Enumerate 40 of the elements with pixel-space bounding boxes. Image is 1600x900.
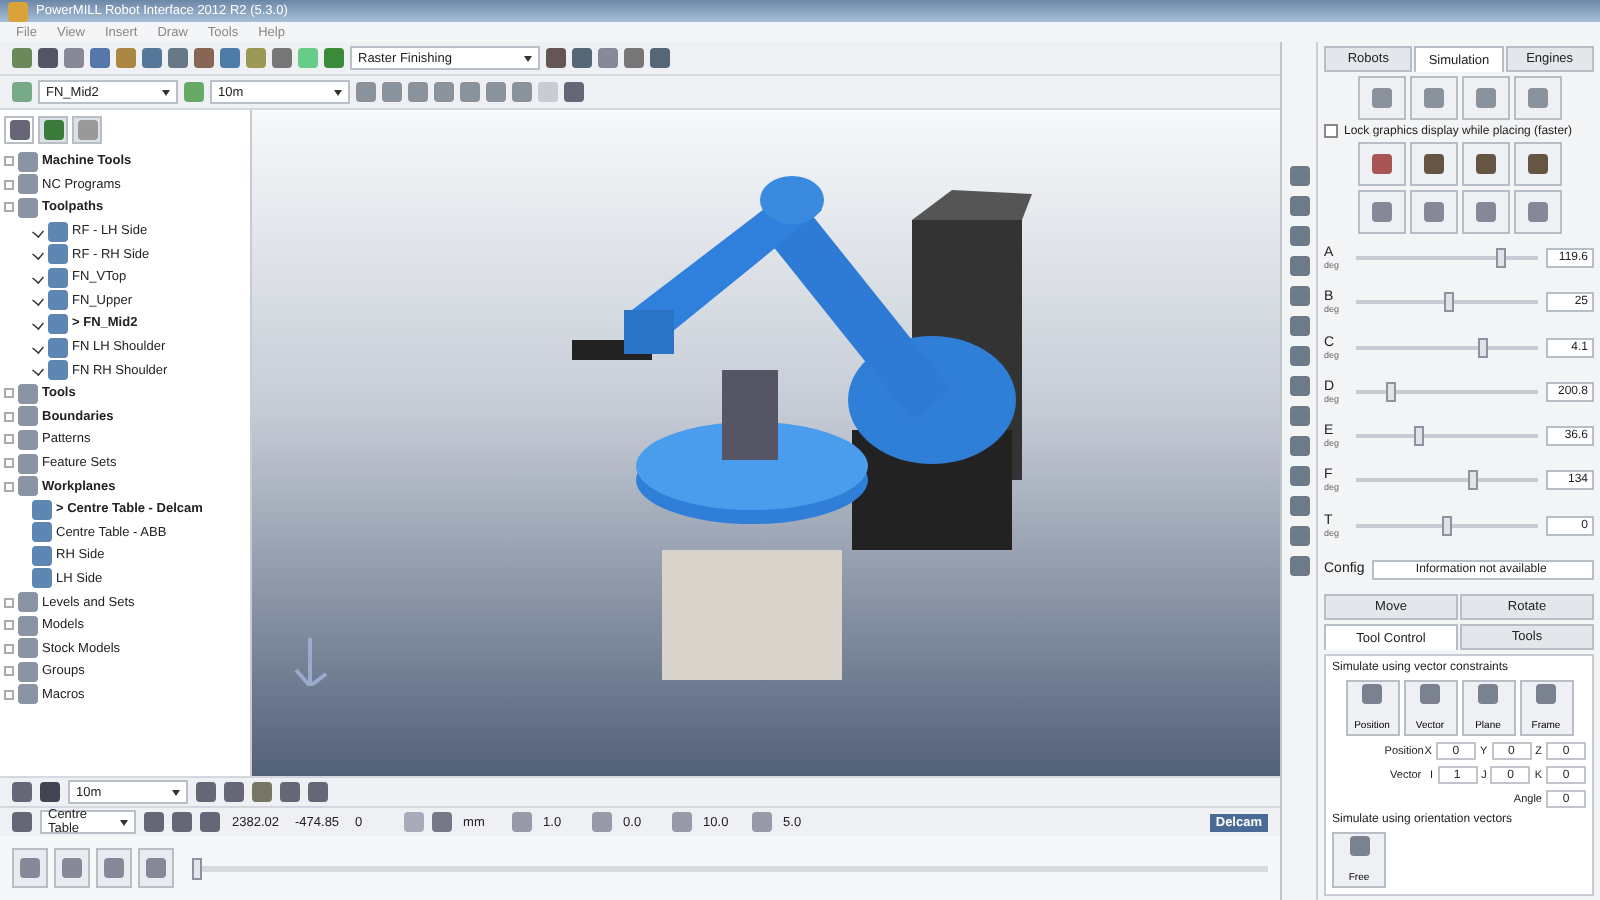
slider-thumb[interactable] bbox=[1477, 337, 1488, 358]
robot-button[interactable] bbox=[12, 848, 48, 888]
slider-thumb[interactable] bbox=[1413, 426, 1424, 447]
expander-icon[interactable] bbox=[4, 434, 14, 445]
expander-icon[interactable] bbox=[4, 643, 14, 654]
play-button[interactable] bbox=[96, 848, 132, 888]
expander-icon[interactable] bbox=[4, 666, 14, 677]
rewind-button[interactable] bbox=[54, 848, 90, 888]
expander-icon[interactable] bbox=[4, 481, 14, 492]
spring-button[interactable] bbox=[1357, 190, 1405, 234]
globe-button[interactable] bbox=[1513, 76, 1561, 120]
expander-icon[interactable] bbox=[4, 689, 14, 700]
explorer-tab[interactable] bbox=[4, 116, 34, 144]
spring-button[interactable] bbox=[1513, 190, 1561, 234]
expander-icon[interactable] bbox=[4, 597, 14, 608]
spring-button[interactable] bbox=[1409, 190, 1457, 234]
expander-icon[interactable] bbox=[4, 411, 14, 422]
slider-thumb[interactable] bbox=[192, 857, 202, 879]
camera-button[interactable] bbox=[1461, 76, 1509, 120]
robot-button[interactable] bbox=[1409, 142, 1457, 186]
slider-thumb[interactable] bbox=[1444, 292, 1455, 313]
expander-icon[interactable] bbox=[4, 179, 14, 190]
3d-viewport[interactable] bbox=[252, 110, 1280, 776]
slider-thumb[interactable] bbox=[1468, 470, 1479, 491]
expander-icon[interactable] bbox=[4, 202, 14, 213]
robot-button[interactable] bbox=[1461, 142, 1509, 186]
expander-icon[interactable] bbox=[4, 388, 14, 399]
slider-thumb[interactable] bbox=[1441, 515, 1451, 536]
play-button[interactable] bbox=[1409, 76, 1457, 120]
pause-button[interactable] bbox=[138, 848, 174, 888]
home-button[interactable] bbox=[1357, 142, 1405, 186]
spring-button[interactable] bbox=[1461, 190, 1509, 234]
explorer-tab[interactable] bbox=[38, 116, 68, 144]
rewind-button[interactable] bbox=[1357, 76, 1405, 120]
expander-icon[interactable] bbox=[4, 458, 14, 469]
robot-button[interactable] bbox=[1513, 142, 1561, 186]
slider-thumb[interactable] bbox=[1495, 248, 1506, 269]
expander-icon[interactable] bbox=[4, 620, 14, 631]
slider-thumb[interactable] bbox=[1386, 381, 1397, 402]
expander-icon[interactable] bbox=[4, 156, 14, 167]
